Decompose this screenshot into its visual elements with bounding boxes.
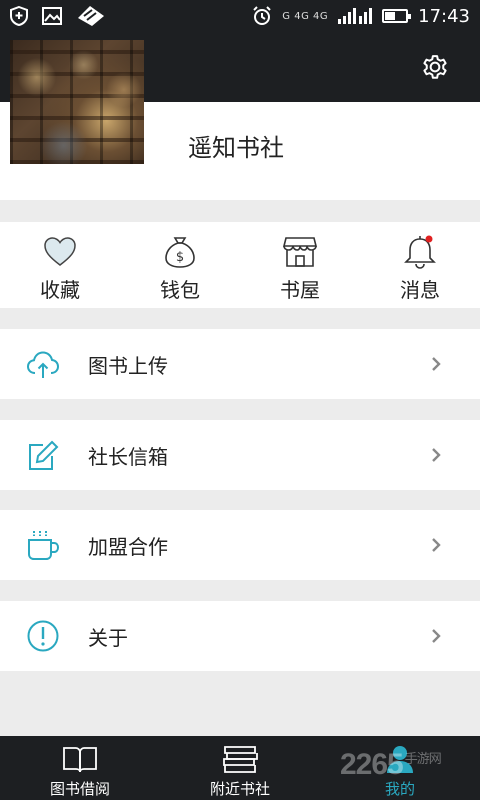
quick-label: 钱包 [160,278,200,302]
row-label: 加盟合作 [88,534,168,559]
chevron-right-icon [432,629,441,643]
chevron-right-icon [432,448,441,462]
watermark: 2265 手游网 [340,748,442,781]
quick-label: 收藏 [40,278,80,302]
row-label: 图书上传 [88,353,168,378]
status-icons-right: G 4G 4G 17:43 [252,6,470,27]
quick-label: 消息 [400,278,440,302]
status-icons-left [10,4,106,28]
settings-gear-icon[interactable] [420,52,450,82]
notification-dot [425,235,433,243]
shop-avatar[interactable] [10,40,144,164]
heart-icon [44,237,76,266]
chevron-right-icon [432,538,441,552]
quick-label: 书屋 [280,278,320,302]
app-notification-icon [78,6,104,26]
image-icon [42,7,62,25]
bell-icon [404,235,436,269]
quick-item-wallet[interactable]: $ 钱包 [120,222,240,308]
quick-menu: 收藏 $ 钱包 书屋 消息 [0,222,480,308]
nav-tab-book-borrow[interactable]: 图书借阅 [0,736,160,800]
coffee-cup-icon [28,531,60,560]
nav-label: 附近书社 [209,780,270,798]
row-label: 社长信箱 [88,444,168,469]
nav-label: 图书借阅 [49,780,110,798]
shop-name: 遥知书社 [188,134,284,162]
battery-icon [382,9,412,23]
svg-text:$: $ [176,250,184,265]
clock: 17:43 [418,5,470,27]
money-bag-icon: $ [165,237,195,268]
quick-item-favorites[interactable]: 收藏 [0,222,120,308]
nav-tab-nearby-shops[interactable]: 附近书社 [160,736,320,800]
chevron-right-icon [432,357,441,371]
shield-icon [10,6,28,26]
cloud-upload-icon [26,351,60,378]
menu-row-partnership[interactable]: 加盟合作 [0,510,480,580]
signal-icon [338,8,373,24]
menu-row-president-mailbox[interactable]: 社长信箱 [0,420,480,490]
edit-icon [29,440,59,470]
book-stack-icon [223,746,258,773]
quick-item-bookhouse[interactable]: 书屋 [240,222,360,308]
open-book-icon [63,747,97,773]
menu-row-book-upload[interactable]: 图书上传 [0,329,480,399]
status-bar: G 4G 4G 17:43 [0,0,480,32]
alarm-icon [253,6,271,25]
store-icon [282,237,318,267]
row-label: 关于 [88,625,128,650]
quick-item-messages[interactable]: 消息 [360,222,480,308]
network-indicator: G 4G 4G [282,10,329,22]
info-icon [27,620,59,652]
menu-row-about[interactable]: 关于 [0,601,480,671]
